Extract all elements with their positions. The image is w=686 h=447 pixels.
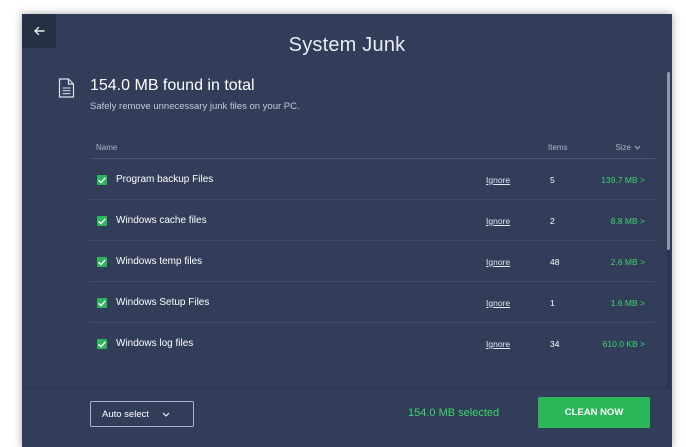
row-checkbox[interactable] xyxy=(97,175,107,185)
row-item-count: 2 xyxy=(550,216,555,226)
row-size-link[interactable]: 1.6 MB > xyxy=(611,298,645,308)
row-name: Windows log files xyxy=(116,338,194,349)
row-name: Windows temp files xyxy=(116,256,203,267)
row-item-count: 5 xyxy=(550,175,555,185)
system-junk-window: System Junk 154.0 MB found in total Safe… xyxy=(22,14,672,447)
column-header-items[interactable]: Items xyxy=(548,143,568,152)
chevron-down-icon xyxy=(634,145,641,150)
footer-divider xyxy=(22,388,672,389)
row-checkbox[interactable] xyxy=(97,216,107,226)
row-size-link[interactable]: 139.7 MB > xyxy=(601,175,645,185)
scrollbar-thumb[interactable] xyxy=(667,72,670,250)
column-header-name[interactable]: Name xyxy=(96,143,117,152)
scrollbar[interactable] xyxy=(667,72,670,388)
table-body: Program backup Files Ignore 5 139.7 MB > Win… xyxy=(90,159,655,363)
auto-select-dropdown[interactable]: Auto select xyxy=(90,401,194,427)
checkmark-icon xyxy=(98,259,106,265)
column-header-size-label: Size xyxy=(615,143,631,152)
ignore-link[interactable]: Ignore xyxy=(486,175,510,185)
table-row[interactable]: Windows Setup Files Ignore 1 1.6 MB > xyxy=(90,282,655,323)
row-item-count: 34 xyxy=(550,339,560,349)
document-icon xyxy=(58,78,75,98)
row-checkbox[interactable] xyxy=(97,298,107,308)
checkmark-icon xyxy=(98,300,106,306)
table-row[interactable]: Windows log files Ignore 34 610.0 KB > xyxy=(90,323,655,363)
table-row[interactable]: Windows temp files Ignore 48 2.6 MB > xyxy=(90,241,655,282)
row-size-link[interactable]: 8.8 MB > xyxy=(611,216,645,226)
row-item-count: 48 xyxy=(550,257,560,267)
auto-select-label: Auto select xyxy=(102,408,149,420)
ignore-link[interactable]: Ignore xyxy=(486,257,510,267)
row-checkbox[interactable] xyxy=(97,339,107,349)
column-header-size[interactable]: Size xyxy=(615,143,641,152)
checkmark-icon xyxy=(98,218,106,224)
table-row[interactable]: Windows cache files Ignore 2 8.8 MB > xyxy=(90,200,655,241)
summary-title: 154.0 MB found in total xyxy=(90,77,255,94)
ignore-link[interactable]: Ignore xyxy=(486,339,510,349)
selected-size-text: 154.0 MB selected xyxy=(408,407,500,419)
row-size-link[interactable]: 2.6 MB > xyxy=(611,257,645,267)
ignore-link[interactable]: Ignore xyxy=(486,298,510,308)
clean-now-button[interactable]: CLEAN NOW xyxy=(538,397,650,428)
junk-table: Name Items Size Program backup Files Igno… xyxy=(90,139,655,363)
row-name: Program backup Files xyxy=(116,174,214,185)
chevron-down-icon xyxy=(162,412,170,417)
row-name: Windows Setup Files xyxy=(116,297,210,308)
table-row[interactable]: Program backup Files Ignore 5 139.7 MB > xyxy=(90,159,655,200)
row-item-count: 1 xyxy=(550,298,555,308)
page-title: System Junk xyxy=(288,34,406,56)
row-size-link[interactable]: 610.0 KB > xyxy=(603,339,645,349)
ignore-link[interactable]: Ignore xyxy=(486,216,510,226)
table-header: Name Items Size xyxy=(90,139,655,159)
checkmark-icon xyxy=(98,341,106,347)
row-name: Windows cache files xyxy=(116,215,207,226)
row-checkbox[interactable] xyxy=(97,257,107,267)
summary-subtitle: Safely remove unnecessary junk files on … xyxy=(90,101,300,112)
checkmark-icon xyxy=(98,177,106,183)
